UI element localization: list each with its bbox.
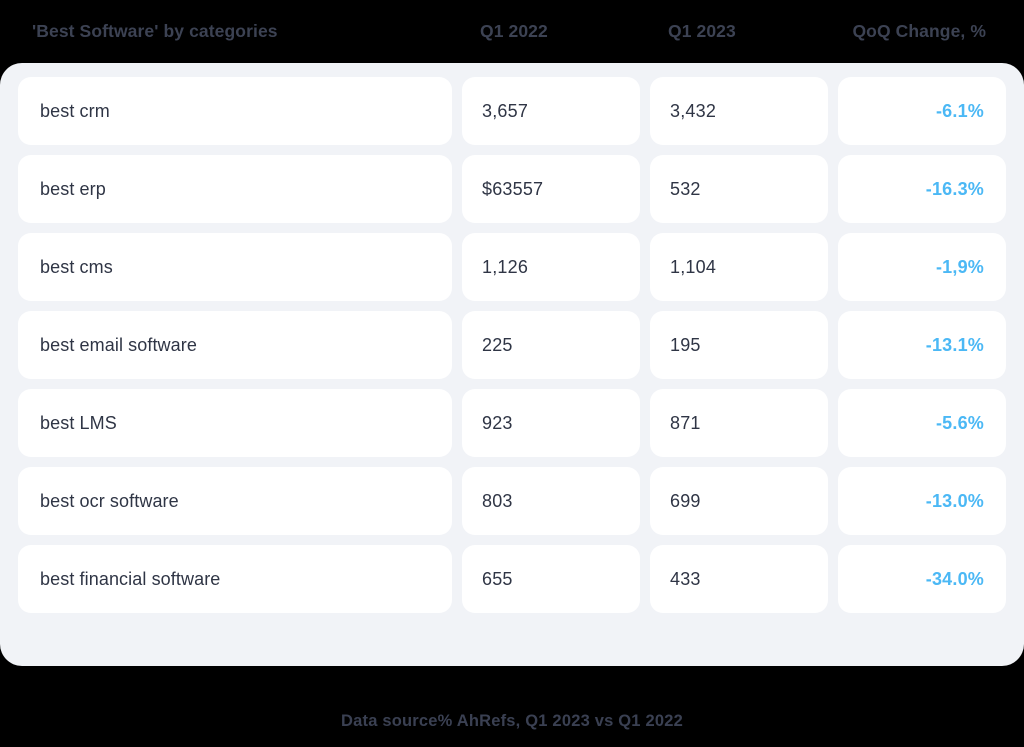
cell-q1-2023: 433 (650, 545, 828, 613)
value-q1-2022: 923 (482, 412, 513, 433)
value-q1-2022: 803 (482, 490, 513, 511)
cell-qoq-change: -34.0% (838, 545, 1006, 613)
cell-q1-2023: 871 (650, 389, 828, 457)
table-row: best crm 3,657 3,432 -6.1% (18, 77, 1006, 145)
table-row: best cms 1,126 1,104 -1,9% (18, 233, 1006, 301)
cell-category: best crm (18, 77, 452, 145)
table-row: best ocr software 803 699 -13.0% (18, 467, 1006, 535)
table-row: best erp $63557 532 -16.3% (18, 155, 1006, 223)
data-source-note: Data source% AhRefs, Q1 2023 vs Q1 2022 (341, 712, 683, 730)
cell-qoq-change: -16.3% (838, 155, 1006, 223)
cell-qoq-change: -13.0% (838, 467, 1006, 535)
cell-q1-2022: 3,657 (462, 77, 640, 145)
cell-q1-2022: 803 (462, 467, 640, 535)
category-label: best LMS (40, 412, 117, 433)
value-q1-2022: $63557 (482, 178, 544, 199)
table-row: best financial software 655 433 -34.0% (18, 545, 1006, 613)
value-q1-2023: 699 (670, 490, 701, 511)
value-qoq-change: -34.0% (925, 568, 984, 589)
value-q1-2023: 195 (670, 334, 701, 355)
value-q1-2023: 3,432 (670, 100, 717, 121)
cell-q1-2022: 225 (462, 311, 640, 379)
table-screen: 'Best Software' by categories Q1 2022 Q1… (0, 0, 1024, 747)
table-header-row: 'Best Software' by categories Q1 2022 Q1… (0, 0, 1024, 63)
column-header-q1-2022[interactable]: Q1 2022 (466, 21, 654, 42)
category-label: best ocr software (40, 490, 179, 511)
cell-category: best erp (18, 155, 452, 223)
cell-category: best financial software (18, 545, 452, 613)
value-q1-2023: 433 (670, 568, 701, 589)
category-label: best crm (40, 100, 110, 121)
value-q1-2022: 1,126 (482, 256, 529, 277)
category-label: best email software (40, 334, 197, 355)
cell-q1-2023: 532 (650, 155, 828, 223)
cell-qoq-change: -5.6% (838, 389, 1006, 457)
cell-q1-2023: 3,432 (650, 77, 828, 145)
table-body-panel: best crm 3,657 3,432 -6.1% best erp $635… (0, 63, 1024, 666)
value-qoq-change: -13.0% (925, 490, 984, 511)
footer: Data source% AhRefs, Q1 2023 vs Q1 2022 (0, 666, 1024, 747)
cell-q1-2023: 699 (650, 467, 828, 535)
table-row: best LMS 923 871 -5.6% (18, 389, 1006, 457)
category-label: best cms (40, 256, 113, 277)
value-q1-2023: 871 (670, 412, 701, 433)
value-qoq-change: -1,9% (935, 256, 984, 277)
cell-category: best LMS (18, 389, 452, 457)
value-q1-2023: 1,104 (670, 256, 717, 277)
column-header-q1-2023[interactable]: Q1 2023 (654, 21, 842, 42)
category-label: best financial software (40, 568, 221, 589)
cell-category: best cms (18, 233, 452, 301)
cell-q1-2022: 923 (462, 389, 640, 457)
table-row: best email software 225 195 -13.1% (18, 311, 1006, 379)
value-qoq-change: -13.1% (925, 334, 984, 355)
value-qoq-change: -5.6% (935, 412, 984, 433)
cell-qoq-change: -1,9% (838, 233, 1006, 301)
cell-qoq-change: -13.1% (838, 311, 1006, 379)
cell-category: best email software (18, 311, 452, 379)
column-header-category[interactable]: 'Best Software' by categories (18, 21, 466, 42)
cell-q1-2022: 655 (462, 545, 640, 613)
cell-q1-2023: 1,104 (650, 233, 828, 301)
value-q1-2022: 225 (482, 334, 513, 355)
value-q1-2023: 532 (670, 178, 701, 199)
value-q1-2022: 3,657 (482, 100, 529, 121)
value-q1-2022: 655 (482, 568, 513, 589)
cell-category: best ocr software (18, 467, 452, 535)
value-qoq-change: -6.1% (935, 100, 984, 121)
column-header-qoq-change[interactable]: QoQ Change, % (842, 21, 1006, 42)
cell-q1-2022: $63557 (462, 155, 640, 223)
category-label: best erp (40, 178, 106, 199)
value-qoq-change: -16.3% (925, 178, 984, 199)
cell-qoq-change: -6.1% (838, 77, 1006, 145)
cell-q1-2023: 195 (650, 311, 828, 379)
cell-q1-2022: 1,126 (462, 233, 640, 301)
